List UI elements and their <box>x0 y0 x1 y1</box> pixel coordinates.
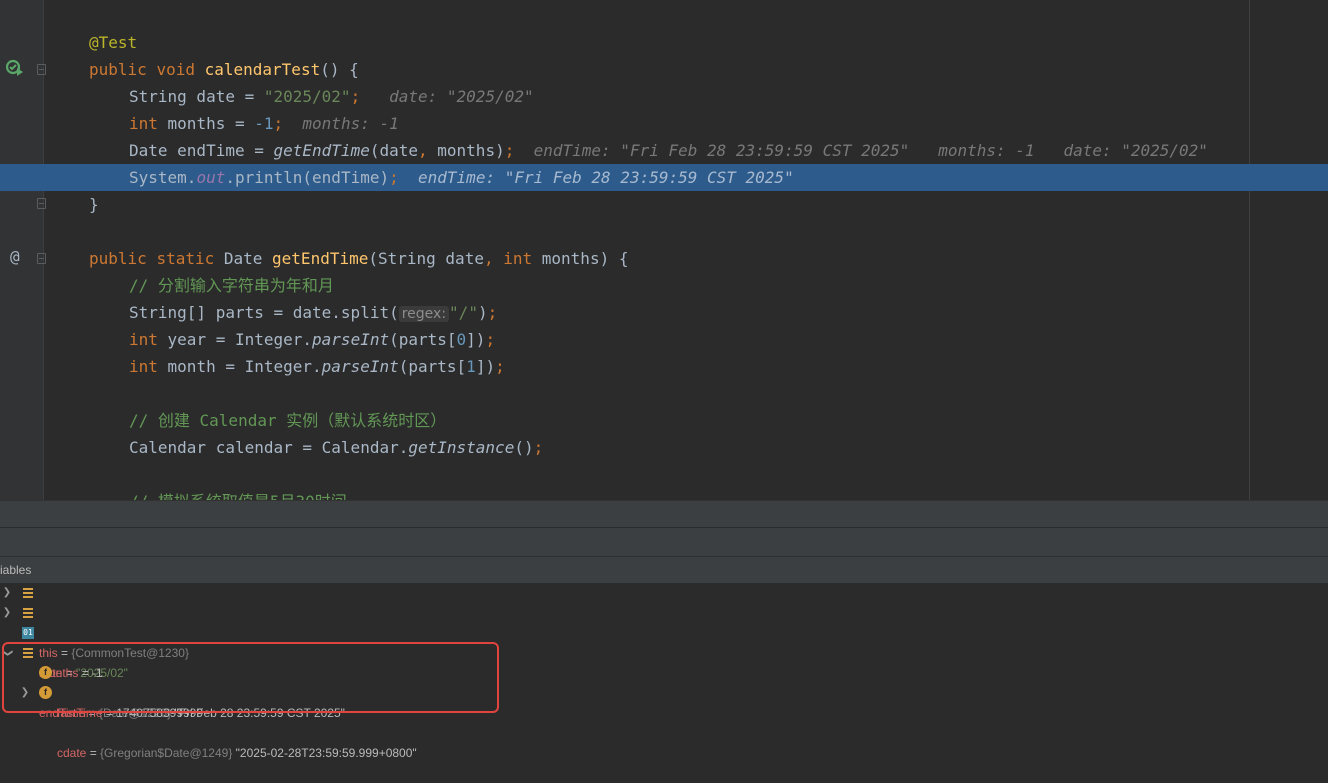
method-call: getEndTime <box>273 141 370 160</box>
semicolon: ; <box>350 87 361 106</box>
inline-value-hint: date: "2025/02" <box>389 87 534 106</box>
code-text: String[] parts = date.split( <box>129 303 399 322</box>
code-line[interactable]: // 分割输入字符串为年和月 <box>0 272 1328 299</box>
method-call: parseInt <box>312 330 390 349</box>
annotation-highlight-box <box>2 642 499 713</box>
keyword: int <box>129 330 158 349</box>
code-line[interactable]: int month = Integer.parseInt(parts[1]); <box>0 353 1328 380</box>
inline-value-hint: months: -1 <box>302 114 399 133</box>
variable-row[interactable]: ❯ date = "2025/02" <box>0 603 1328 680</box>
code-text: (parts[ <box>389 330 457 349</box>
equals-sign: = <box>86 746 101 760</box>
code-text: .println(endTime) <box>225 168 390 187</box>
code-text: months = <box>157 114 255 133</box>
variables-title: iables <box>0 563 32 577</box>
semicolon: ; <box>495 357 505 376</box>
comment: // 模拟系统取值是5月30时间 <box>129 492 347 500</box>
method-call: getInstance <box>408 438 515 457</box>
code-text: months) { <box>532 249 629 268</box>
code-text: () <box>514 438 534 457</box>
primitive-icon: 01 <box>22 627 34 639</box>
object-icon <box>23 588 33 598</box>
static-field: out <box>196 168 226 187</box>
expand-arrow-icon[interactable]: ❯ <box>1 583 13 603</box>
code-line[interactable]: public static Date getEndTime(String dat… <box>0 245 1328 272</box>
variable-type: {Gregorian$Date@1249} <box>100 746 233 760</box>
debug-toolbar-strip <box>0 500 1328 528</box>
variables-panel-header: iables <box>0 556 1328 584</box>
code-text: ]) <box>466 330 486 349</box>
code-text: (String date <box>368 249 484 268</box>
debug-tabs-strip <box>0 527 1328 556</box>
code-text: Date <box>214 249 273 268</box>
keyword: int <box>129 114 158 133</box>
code-text: String date = <box>129 87 264 106</box>
code-line[interactable]: Date endTime = getEndTime(date, months);… <box>0 137 1328 164</box>
code-text: year = Integer. <box>157 330 313 349</box>
variable-value: "2025-02-28T23:59:59.999+0800" <box>232 746 417 760</box>
code-text: () { <box>320 60 359 79</box>
semicolon: ; <box>533 438 544 457</box>
code-text: Calendar calendar = Calendar. <box>129 438 409 457</box>
semicolon: ; <box>487 303 498 322</box>
expand-arrow-icon[interactable]: ❯ <box>1 603 13 623</box>
code-text: Date endTime = <box>129 141 274 160</box>
code-line[interactable]: int months = -1; months: -1 <box>0 110 1328 137</box>
comment: // 创建 Calendar 实例（默认系统时区） <box>129 411 447 430</box>
keyword: void <box>156 60 195 79</box>
number-literal: 1 <box>466 357 476 376</box>
string-literal: "2025/02" <box>263 87 351 106</box>
code-editor[interactable]: @ @Test public void calendarTest() { Str… <box>0 0 1328 500</box>
string-literal: "/" <box>449 303 478 322</box>
code-line[interactable]: String date = "2025/02"; date: "2025/02" <box>0 83 1328 110</box>
code-text: ) <box>477 303 488 322</box>
code-line[interactable]: } <box>0 191 1328 218</box>
keyword: int <box>503 249 533 268</box>
code-text: month = Integer. <box>157 357 322 376</box>
code-line[interactable]: int year = Integer.parseInt(parts[0]); <box>0 326 1328 353</box>
code-line[interactable]: @Test <box>0 29 1328 56</box>
inline-value-hint: endTime: "Fri Feb 28 23:59:59 CST 2025" <box>418 168 794 187</box>
keyword: public <box>89 60 147 79</box>
number-literal: -1 <box>254 114 274 133</box>
code-text: (date <box>369 141 418 160</box>
code-line[interactable]: public void calendarTest() { <box>0 56 1328 83</box>
code-line[interactable]: // 创建 Calendar 实例（默认系统时区） <box>0 407 1328 434</box>
code-text: ]) <box>475 357 496 376</box>
code-line[interactable]: String[] parts = date.split(regex: "/"); <box>0 299 1328 326</box>
comma: , <box>483 249 494 268</box>
keyword: static <box>156 249 215 268</box>
current-execution-line[interactable]: System.out.println(endTime); endTime: "F… <box>0 164 1328 191</box>
variable-row[interactable]: ❯ this = {CommonTest@1230} <box>0 583 1328 660</box>
variable-name: cdate <box>57 746 87 760</box>
annotation: @Test <box>89 33 138 52</box>
inline-value-hint: date: "2025/02" <box>1063 141 1208 160</box>
semicolon: ; <box>504 141 515 160</box>
method-name: calendarTest <box>204 60 321 79</box>
code-text: System. <box>129 168 197 187</box>
code-line[interactable]: Calendar calendar = Calendar.getInstance… <box>0 434 1328 461</box>
semicolon: ; <box>485 330 496 349</box>
method-call: parseInt <box>321 357 399 376</box>
inline-value-hint: months: -1 <box>938 141 1035 160</box>
object-icon <box>23 608 33 618</box>
code-line[interactable]: // 模拟系统取值是5月30时间 <box>0 488 1328 500</box>
method-name: getEndTime <box>272 249 369 268</box>
semicolon: ; <box>273 114 284 133</box>
semicolon: ; <box>389 168 399 187</box>
comma: , <box>418 141 428 160</box>
keyword: int <box>129 357 158 376</box>
keyword: public <box>89 249 147 268</box>
inline-value-hint: endTime: "Fri Feb 28 23:59:59 CST 2025" <box>533 141 910 160</box>
code-text: months) <box>427 141 505 160</box>
parameter-name-hint: regex: <box>398 306 450 322</box>
code-text: (parts[ <box>398 357 467 376</box>
code-text: } <box>89 195 99 214</box>
comment: // 分割输入字符串为年和月 <box>129 276 334 295</box>
number-literal: 0 <box>456 330 467 349</box>
variable-row[interactable]: 01 months = -1 <box>0 623 1328 680</box>
